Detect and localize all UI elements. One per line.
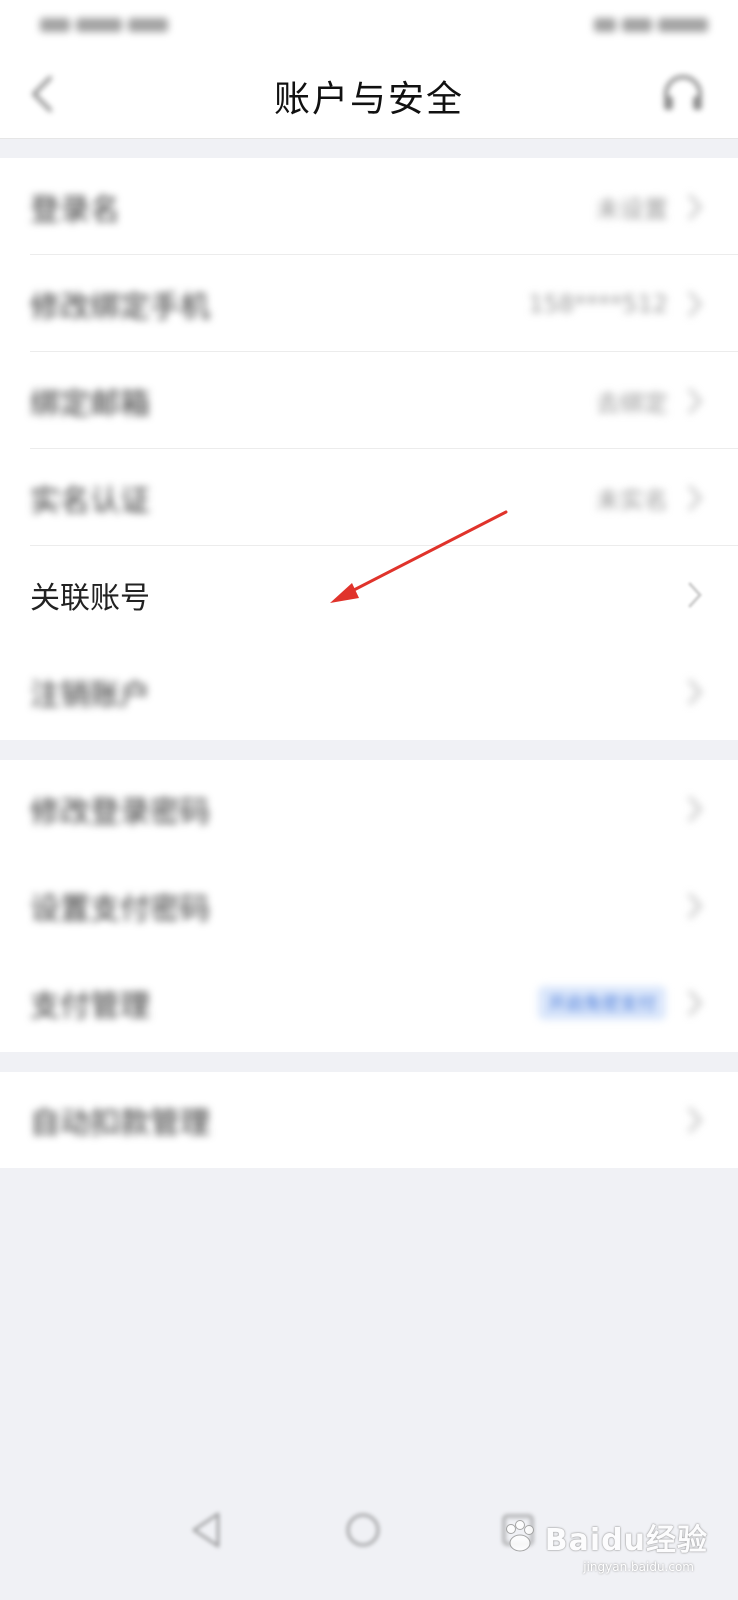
row-label: 修改绑定手机	[30, 289, 210, 325]
row-value: 去绑定	[596, 389, 668, 417]
page-title: 账户与安全	[273, 79, 464, 120]
status-bar	[0, 0, 738, 52]
row-label: 关联账号	[30, 580, 150, 616]
circle-home-icon[interactable]	[335, 1502, 391, 1558]
chevron-right-icon	[688, 893, 703, 918]
row-value: 未设置	[596, 195, 668, 223]
settings-row-pay-password[interactable]: 设置支付密码	[0, 857, 738, 954]
chevron-right-icon	[688, 582, 703, 607]
row-label: 注销账户	[30, 677, 150, 713]
watermark: Baidu经验	[499, 1515, 708, 1559]
chevron-right-icon	[688, 1107, 703, 1133]
row-value: 未实名	[596, 486, 668, 514]
status-badge: 开启免密支付	[538, 985, 666, 1020]
chevron-right-icon	[688, 796, 703, 821]
status-right-icons	[594, 14, 708, 36]
settings-group-auto-debit: 自动扣款管理	[0, 1072, 738, 1168]
settings-row-change-password[interactable]: 修改登录密码	[0, 760, 738, 857]
row-label: 支付管理	[30, 988, 150, 1024]
signal-icon	[40, 18, 70, 32]
wifi-icon	[594, 18, 616, 32]
settings-group-account: 登录名 未设置 修改绑定手机 158****512 绑定邮箱 去绑定 实名认证 …	[0, 158, 738, 740]
settings-row-login-name[interactable]: 登录名 未设置	[0, 158, 738, 255]
nav-bar: 账户与安全	[0, 52, 738, 139]
settings-row-bind-email[interactable]: 绑定邮箱 去绑定	[0, 352, 738, 449]
watermark-brand: Baidu经验	[544, 1523, 708, 1558]
row-label: 自动扣款管理	[30, 1106, 210, 1141]
row-label: 修改登录密码	[30, 794, 210, 830]
clock	[658, 18, 708, 32]
row-value: 158****512	[528, 289, 668, 318]
paw-icon	[505, 1520, 534, 1552]
settings-row-auto-debit[interactable]: 自动扣款管理	[0, 1072, 738, 1168]
chevron-right-icon	[688, 194, 703, 219]
triangle-back-icon[interactable]	[178, 1502, 234, 1558]
chevron-right-icon	[688, 291, 703, 316]
chevron-right-icon	[688, 990, 703, 1015]
row-label: 绑定邮箱	[30, 386, 150, 422]
settings-row-payment-management[interactable]: 支付管理 开启免密支付	[0, 954, 738, 1051]
headset-icon[interactable]	[658, 70, 708, 120]
battery-icon	[622, 18, 652, 32]
watermark-url: jingyan.baidu.com	[583, 1560, 694, 1574]
network-icon-2	[128, 18, 168, 32]
row-label: 登录名	[30, 192, 120, 228]
status-left-icons	[40, 14, 168, 36]
settings-row-real-name[interactable]: 实名认证 未实名	[0, 449, 738, 546]
row-label: 设置支付密码	[30, 891, 210, 927]
settings-group-payment: 修改登录密码 设置支付密码 支付管理 开启免密支付	[0, 760, 738, 1052]
chevron-right-icon	[688, 679, 703, 704]
chevron-right-icon	[688, 485, 703, 510]
settings-row-delete-account[interactable]: 注销账户	[0, 643, 738, 740]
settings-row-linked-accounts[interactable]: 关联账号	[0, 546, 738, 643]
row-label: 实名认证	[30, 483, 150, 519]
settings-row-change-phone[interactable]: 修改绑定手机 158****512	[0, 255, 738, 352]
chevron-right-icon	[688, 388, 703, 413]
network-icon	[76, 18, 122, 32]
